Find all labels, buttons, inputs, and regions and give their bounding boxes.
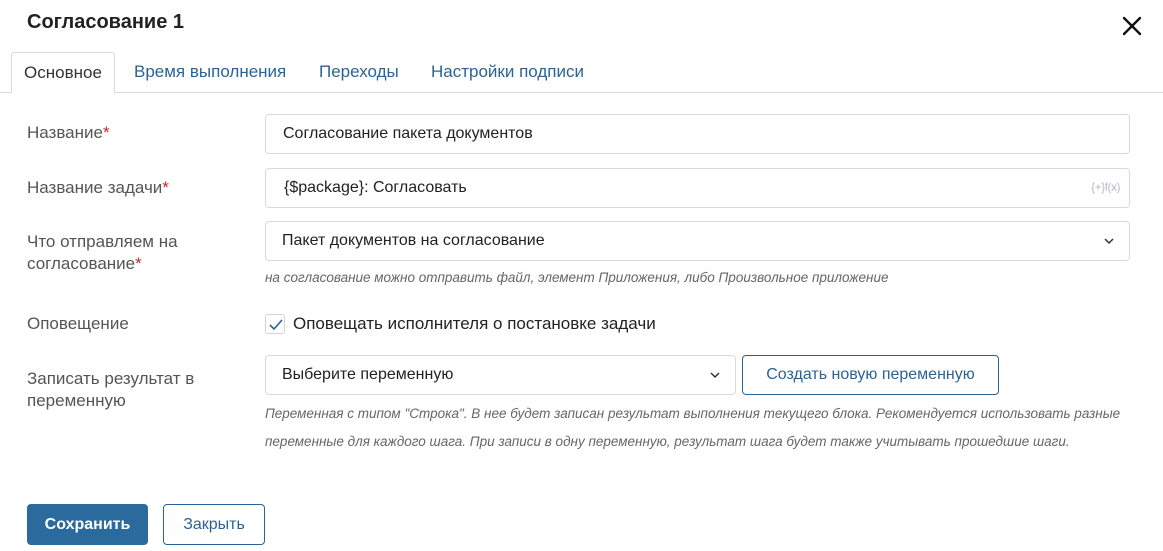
- notify-checkbox[interactable]: [265, 314, 285, 334]
- task-name-input-value: {$package}: Согласовать: [284, 179, 467, 196]
- variable-select-placeholder: Выберите переменную: [282, 366, 454, 383]
- approval-dialog: Согласование 1 Основное Время выполнения…: [0, 0, 1163, 551]
- result-variable-hint-line1: Переменная с типом "Строка". В нее будет…: [265, 406, 1121, 421]
- close-icon: [1122, 16, 1142, 36]
- send-for-approval-value: Пакет документов на согласование: [282, 232, 545, 249]
- notify-checkbox-label: Оповещать исполнителя о постановке задач…: [293, 314, 656, 333]
- notification-label: Оповещение: [27, 314, 129, 333]
- close-button[interactable]: [1119, 13, 1145, 39]
- variable-select[interactable]: Выберите переменную: [265, 355, 736, 395]
- create-variable-button[interactable]: Создать новую переменную: [742, 355, 999, 395]
- check-icon: [269, 319, 283, 331]
- result-variable-hint-line2: переменные для каждого шага. При записи …: [265, 434, 1070, 449]
- tab-signature-settings[interactable]: Настройки подписи: [431, 52, 584, 93]
- result-variable-label: Записать результат в переменную: [27, 368, 194, 412]
- save-button[interactable]: Сохранить: [27, 504, 148, 545]
- result-label-line1: Записать результат в: [27, 369, 195, 388]
- send-label-line2-wrap: согласование*: [27, 253, 178, 275]
- result-label-line2: переменную: [27, 391, 126, 410]
- tab-general[interactable]: Основное: [11, 52, 115, 94]
- task-name-label: Название задачи*: [27, 177, 169, 199]
- tab-bar: Основное Время выполнения Переходы Настр…: [0, 52, 1163, 94]
- send-for-approval-label: Что отправляем на согласование*: [27, 231, 178, 275]
- send-label-line1: Что отправляем на: [27, 232, 178, 251]
- dialog-title: Согласование 1: [27, 11, 184, 33]
- chevron-down-icon: [1104, 238, 1114, 245]
- name-label: Название*: [27, 122, 110, 144]
- name-input-value: Согласование пакета документов: [283, 125, 533, 142]
- tab-execution-time[interactable]: Время выполнения: [134, 52, 286, 93]
- cancel-button[interactable]: Закрыть: [163, 504, 265, 545]
- required-mark: *: [162, 178, 169, 197]
- function-icon[interactable]: {+}f(x): [1091, 180, 1120, 194]
- send-label-line2: согласование: [27, 254, 136, 273]
- send-for-approval-hint: на согласование можно отправить файл, эл…: [265, 270, 889, 285]
- send-for-approval-select[interactable]: Пакет документов на согласование: [265, 221, 1130, 261]
- notify-checkbox-row[interactable]: Оповещать исполнителя о постановке задач…: [265, 313, 656, 335]
- tab-transitions[interactable]: Переходы: [319, 52, 399, 93]
- required-mark: *: [102, 123, 110, 142]
- name-label-text: Название: [27, 123, 103, 142]
- task-name-label-text: Название задачи: [27, 178, 163, 197]
- task-name-input[interactable]: {$package}: Согласовать {+}f(x): [265, 168, 1130, 208]
- required-mark: *: [135, 254, 142, 273]
- name-input[interactable]: Согласование пакета документов: [265, 114, 1130, 154]
- chevron-down-icon: [710, 372, 720, 379]
